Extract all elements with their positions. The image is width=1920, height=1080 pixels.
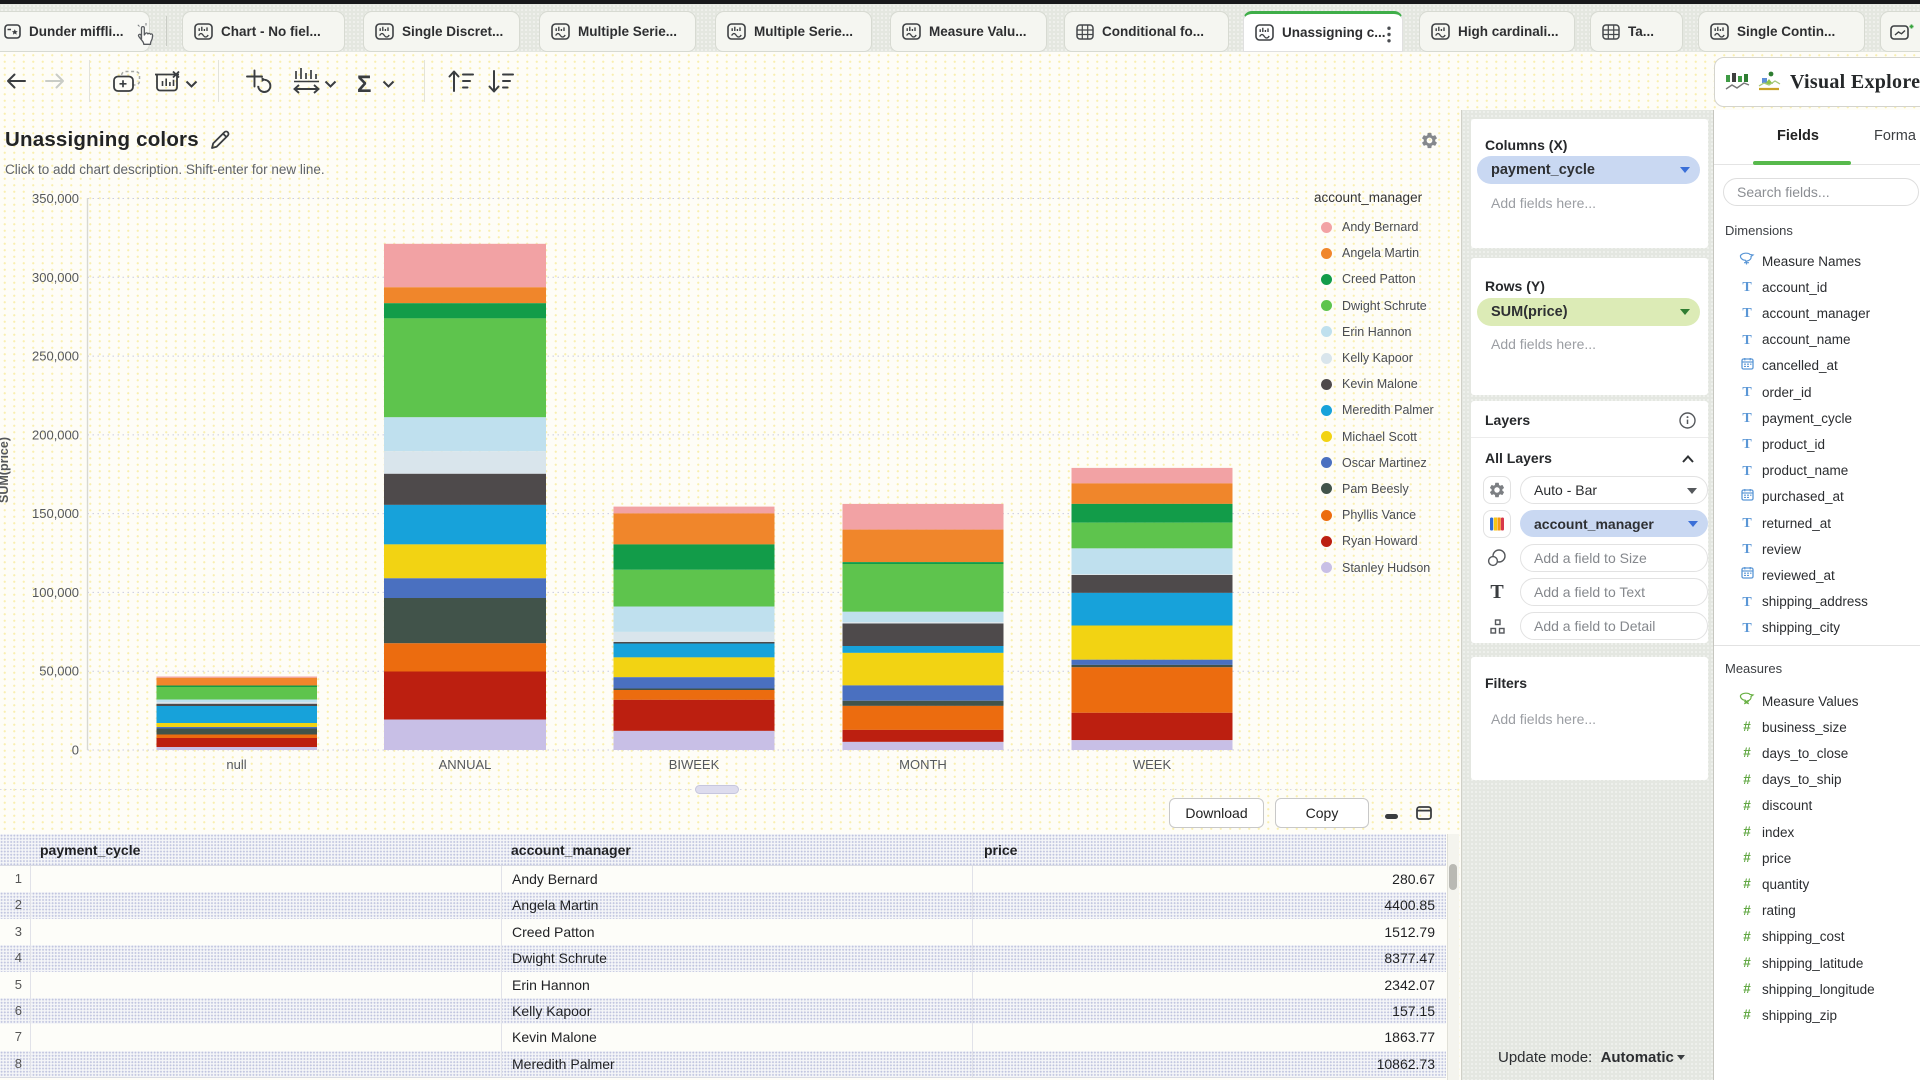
svg-text:350,000: 350,000 <box>32 191 79 206</box>
svg-text:WEEK: WEEK <box>1133 757 1172 772</box>
svg-text:SUM(price): SUM(price) <box>0 437 11 503</box>
svg-text:null: null <box>226 757 246 772</box>
svg-text:50,000: 50,000 <box>39 664 79 679</box>
svg-text:250,000: 250,000 <box>32 349 79 364</box>
svg-text:BIWEEK: BIWEEK <box>669 757 720 772</box>
svg-text:0: 0 <box>72 743 79 758</box>
svg-text:ANNUAL: ANNUAL <box>439 757 492 772</box>
svg-text:150,000: 150,000 <box>32 506 79 521</box>
svg-text:200,000: 200,000 <box>32 427 79 442</box>
svg-text:300,000: 300,000 <box>32 270 79 285</box>
svg-text:MONTH: MONTH <box>899 757 947 772</box>
svg-text:100,000: 100,000 <box>32 585 79 600</box>
